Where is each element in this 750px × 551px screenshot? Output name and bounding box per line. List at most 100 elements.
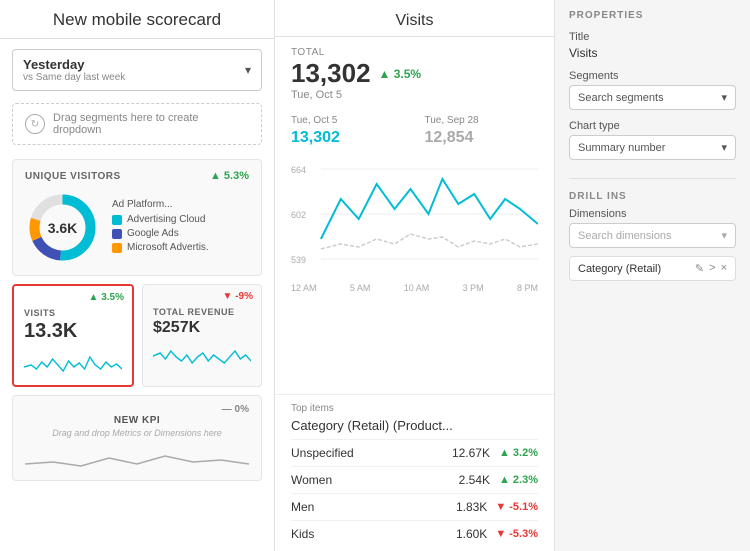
row-val-0: 12.67K [450,446,490,460]
legend-dot-2 [112,243,122,253]
visits-sparkline [24,347,122,377]
pill-close-icon[interactable]: × [721,262,727,275]
visits-total: TOTAL 13,302 ▲ 3.5% Tue, Oct 5 [275,37,554,107]
compare-current: Tue, Oct 5 13,302 [291,115,405,147]
left-header: New mobile scorecard [0,0,274,39]
visitors-value: 3.6K [48,220,78,236]
dimensions-placeholder: Search dimensions [578,230,672,242]
legend-dot-0 [112,215,122,225]
legend-label-1: Google Ads [127,228,179,239]
row-name-0: Unspecified [291,446,450,460]
kpi-row: ▲ 3.5% VISITS 13.3K ▼ -9% TOTAL REVENUE … [12,284,262,387]
revenue-value: $257K [153,319,251,337]
x-label-2: 10 AM [404,283,430,293]
legend-title: Ad Platform... [112,199,249,210]
compare-date-1: Tue, Sep 28 [425,115,539,126]
visitors-title: UNIQUE VISITORS [25,171,121,182]
properties-title: PROPERTIES [569,10,736,21]
compare-row: Tue, Oct 5 13,302 Tue, Sep 28 12,854 [275,107,554,155]
pill-label: Category (Retail) [578,263,661,275]
drag-icon: ↻ [25,114,45,134]
category-pill[interactable]: Category (Retail) ✎ > × [569,256,736,281]
table-row: Kids 1.60K ▼ -5.3% [291,520,538,547]
row-name-2: Men [291,500,447,514]
legend-dot-1 [112,229,122,239]
segments-placeholder: Search segments [578,92,664,104]
chevron-down-icon: ▾ [245,63,251,77]
title-label: Title [569,31,736,43]
pill-next-icon[interactable]: > [709,262,715,275]
svg-text:539: 539 [291,255,306,265]
divider [569,178,736,179]
donut-chart: 3.6K [25,190,100,265]
total-label: TOTAL [291,47,538,58]
data-table: Unspecified 12.67K ▲ 3.2% Women 2.54K ▲ … [291,439,538,547]
row-chg-2: ▼ -5.1% [495,501,538,513]
drag-segments-area[interactable]: ↻ Drag segments here to create dropdown [12,103,262,145]
x-label-0: 12 AM [291,283,317,293]
new-kpi-sparkline [25,444,249,472]
visits-header: Visits [275,0,554,37]
title-value: Visits [569,46,736,60]
top-items: Top items Category (Retail) (Product... … [275,394,554,551]
visits-label: VISITS [24,308,122,318]
date-label: Yesterday [23,57,125,72]
chart-area: 664 602 539 12 AM 5 AM 10 AM 3 PM 8 PM [275,155,554,394]
total-value: 13,302 [291,58,371,89]
total-change: ▲ 3.5% [379,67,422,81]
kpi-card-revenue[interactable]: ▼ -9% TOTAL REVENUE $257K [142,284,262,387]
row-chg-0: ▲ 3.2% [498,447,538,459]
row-name-1: Women [291,473,450,487]
legend: Ad Platform... Advertising Cloud Google … [112,199,249,256]
revenue-change: ▼ -9% [223,291,253,302]
new-kpi-change: — 0% [25,404,249,415]
legend-label-2: Microsoft Advertis. [127,242,209,253]
row-val-3: 1.60K [447,527,487,541]
line-chart: 664 602 539 [291,159,538,279]
drill-ins-label: DRILL INS [569,191,736,202]
left-panel: New mobile scorecard Yesterday vs Same d… [0,0,275,551]
segments-label: Segments [569,70,736,82]
chart-type-value: Summary number [578,142,665,154]
table-row: Men 1.83K ▼ -5.1% [291,493,538,520]
chart-type-label: Chart type [569,120,736,132]
row-chg-3: ▼ -5.3% [495,528,538,540]
svg-text:602: 602 [291,210,306,220]
visitors-change: ▲ 5.3% [210,170,249,182]
legend-label-0: Advertising Cloud [127,214,205,225]
segments-select[interactable]: Search segments ▾ [569,85,736,110]
top-items-value: Category (Retail) (Product... [291,418,538,433]
legend-item-2: Microsoft Advertis. [112,242,249,253]
row-val-1: 2.54K [450,473,490,487]
table-row: Unspecified 12.67K ▲ 3.2% [291,439,538,466]
visits-value: 13.3K [24,320,122,343]
compare-val-0: 13,302 [291,129,405,147]
visits-title: Visits [291,12,538,30]
dimensions-select[interactable]: Search dimensions ▾ [569,223,736,248]
svg-text:664: 664 [291,165,306,175]
middle-panel: Visits TOTAL 13,302 ▲ 3.5% Tue, Oct 5 Tu… [275,0,555,551]
pill-edit-icon[interactable]: ✎ [695,262,704,275]
scorecard-title: New mobile scorecard [16,10,258,30]
date-selector[interactable]: Yesterday vs Same day last week ▾ [12,49,262,91]
new-kpi-sub: Drag and drop Metrics or Dimensions here [25,428,249,438]
table-row: Women 2.54K ▲ 2.3% [291,466,538,493]
row-chg-1: ▲ 2.3% [498,474,538,486]
legend-item-0: Advertising Cloud [112,214,249,225]
row-val-2: 1.83K [447,500,487,514]
revenue-sparkline [153,341,251,371]
revenue-label: TOTAL REVENUE [153,307,251,317]
total-date: Tue, Oct 5 [291,89,538,101]
chart-type-arrow-icon: ▾ [721,141,727,154]
x-label-3: 3 PM [463,283,484,293]
compare-prev: Tue, Sep 28 12,854 [425,115,539,147]
row-name-3: Kids [291,527,447,541]
compare-val-1: 12,854 [425,129,539,147]
dimensions-label: Dimensions [569,208,736,220]
new-kpi-card: — 0% NEW KPI Drag and drop Metrics or Di… [12,395,262,481]
top-items-label: Top items [291,403,538,414]
legend-item-1: Google Ads [112,228,249,239]
kpi-card-visits[interactable]: ▲ 3.5% VISITS 13.3K [12,284,134,387]
x-label-1: 5 AM [350,283,371,293]
chart-type-select[interactable]: Summary number ▾ [569,135,736,160]
